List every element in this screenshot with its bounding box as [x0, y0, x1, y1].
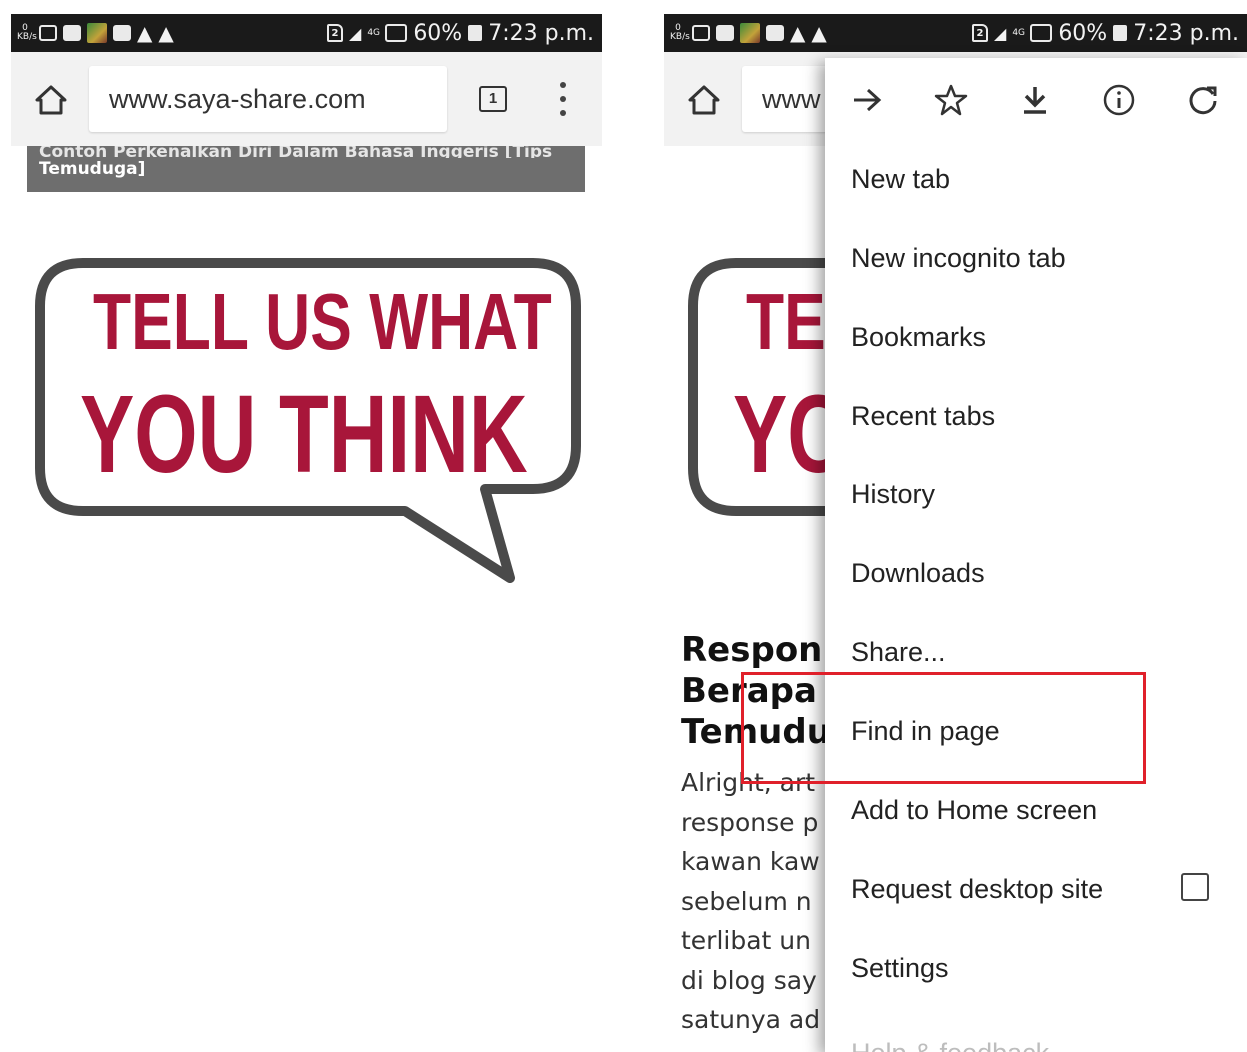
- request-desktop-site-checkbox[interactable]: [1181, 873, 1209, 901]
- warning-icon: ▲: [137, 21, 153, 45]
- post-banner[interactable]: Contoh Perkenalkan Diri Dalam Bahasa Ing…: [27, 146, 585, 192]
- menu-item-settings[interactable]: Settings: [851, 943, 949, 993]
- status-bar: 0 KB/s ▲ ▲ 2 ◢ 4G 60% 7:23 p.m.: [11, 14, 602, 52]
- browser-toolbar: www.saya-share.com 1: [11, 52, 602, 146]
- home-icon[interactable]: [31, 80, 71, 120]
- sim-icon: 2: [972, 24, 988, 42]
- menu-item-history[interactable]: History: [851, 469, 935, 519]
- clock: 7:23 p.m.: [1133, 20, 1239, 46]
- tab-switcher-button[interactable]: 1: [479, 86, 507, 112]
- battery-charge-icon: [1113, 25, 1128, 41]
- battery-icon: [385, 24, 408, 42]
- forward-icon[interactable]: [845, 78, 889, 122]
- network-type: 4G: [1012, 27, 1026, 38]
- browser-overflow-menu: New tab New incognito tab Bookmarks Rece…: [825, 58, 1247, 1052]
- battery-icon: [1030, 24, 1053, 42]
- app-notification-icon: [87, 23, 107, 43]
- battery-charge-icon: [468, 25, 483, 41]
- bubble-line1: TELL US WHAT: [93, 277, 552, 366]
- status-icons-left: 0 KB/s ▲ ▲: [670, 20, 827, 46]
- warning-icon: ▲: [790, 21, 806, 45]
- sim-icon: 2: [327, 24, 343, 42]
- bubble-line1-clipped: TE: [746, 277, 826, 366]
- info-icon[interactable]: [1097, 78, 1141, 122]
- home-icon[interactable]: [684, 80, 724, 120]
- find-in-page-highlight-box: [741, 672, 1146, 784]
- status-icons-right: 2 ◢ 4G 60% 7:23 p.m.: [972, 14, 1239, 52]
- app-notification-icon: [740, 23, 760, 43]
- status-icons-left: 0 KB/s ▲ ▲: [17, 20, 174, 46]
- menu-item-request-desktop-site[interactable]: Request desktop site: [851, 864, 1103, 914]
- message-icon: [716, 25, 734, 41]
- banner-title-line2: Temuduga]: [39, 159, 146, 179]
- right-phone-screen: 0 KB/s ▲ ▲ 2 ◢ 4G 60% 7:23 p.m. www TE YC: [664, 14, 1247, 1052]
- email-icon: [113, 25, 131, 41]
- banner-title-line1: Contoh Perkenalkan Diri Dalam Bahasa Ing…: [39, 146, 553, 158]
- bubble-line2: YOU THINK: [80, 373, 528, 496]
- status-icons-right: 2 ◢ 4G 60% 7:23 p.m.: [327, 14, 594, 52]
- menu-item-recent-tabs[interactable]: Recent tabs: [851, 391, 995, 441]
- signal-icon: ◢: [994, 23, 1007, 43]
- menu-item-downloads[interactable]: Downloads: [851, 548, 985, 598]
- warning-icon: ▲: [158, 21, 174, 45]
- download-icon[interactable]: [1013, 78, 1057, 122]
- menu-item-help-feedback[interactable]: Help & feedback: [851, 1028, 1049, 1052]
- warning-icon: ▲: [811, 21, 827, 45]
- gallery-icon: [692, 25, 710, 41]
- clock: 7:23 p.m.: [488, 20, 594, 46]
- gallery-icon: [39, 25, 57, 41]
- refresh-icon[interactable]: [1181, 78, 1225, 122]
- menu-item-new-incognito-tab[interactable]: New incognito tab: [851, 233, 1066, 283]
- signal-icon: ◢: [349, 23, 362, 43]
- menu-item-bookmarks[interactable]: Bookmarks: [851, 312, 986, 362]
- menu-item-add-to-home-screen[interactable]: Add to Home screen: [851, 785, 1097, 835]
- battery-percent: 60%: [413, 20, 463, 46]
- message-icon: [63, 25, 81, 41]
- email-icon: [766, 25, 784, 41]
- menu-item-new-tab[interactable]: New tab: [851, 154, 950, 204]
- menu-more-icon[interactable]: [551, 82, 575, 116]
- network-speed: 0 KB/s: [670, 23, 690, 42]
- battery-percent: 60%: [1058, 20, 1108, 46]
- left-phone-screen: 0 KB/s ▲ ▲ 2 ◢ 4G 60% 7:23 p.m. www.saya-…: [11, 14, 602, 1052]
- network-speed: 0 KB/s: [17, 23, 37, 42]
- star-icon[interactable]: [929, 78, 973, 122]
- url-bar[interactable]: www.saya-share.com: [89, 66, 447, 132]
- status-bar: 0 KB/s ▲ ▲ 2 ◢ 4G 60% 7:23 p.m.: [664, 14, 1247, 52]
- menu-icon-row: [825, 58, 1247, 142]
- network-type: 4G: [367, 27, 381, 38]
- menu-item-share[interactable]: Share...: [851, 627, 946, 677]
